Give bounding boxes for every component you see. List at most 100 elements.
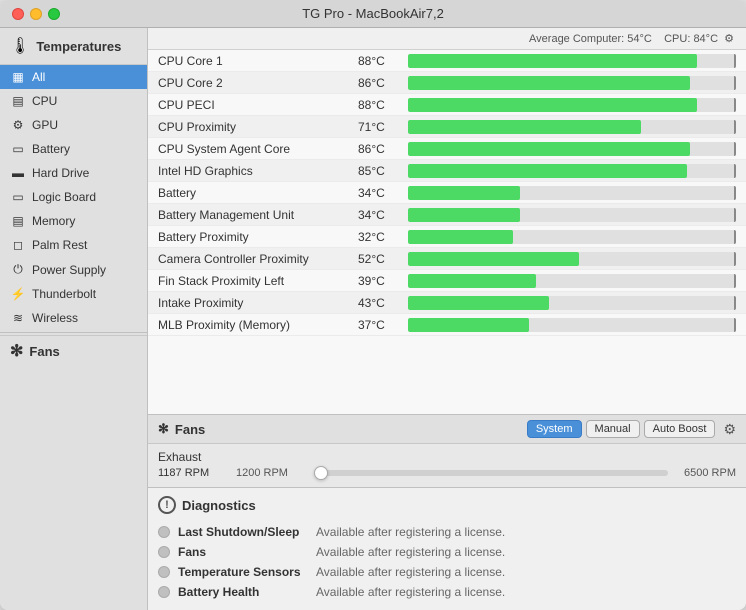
sidebar-item-wireless[interactable]: ≋Wireless (0, 306, 147, 330)
cpu-icon: ▤ (10, 94, 26, 108)
temp-name: Intake Proximity (158, 296, 358, 310)
temp-row: CPU PECI88°C (148, 94, 746, 116)
temp-bar (408, 274, 536, 288)
temp-row: Battery Proximity32°C (148, 226, 746, 248)
titlebar: TG Pro - MacBookAir7,2 (0, 0, 746, 28)
temp-bar-marker (734, 230, 736, 244)
sidebar-label-powersupply: Power Supply (32, 263, 106, 277)
fans-section: ✻ Fans SystemManualAuto Boost ⚙ Exhaust 11… (148, 414, 746, 487)
temp-bar (408, 98, 697, 112)
sidebar-item-logicboard[interactable]: ▭Logic Board (0, 185, 147, 209)
temp-value: 86°C (358, 142, 408, 156)
temp-name: Camera Controller Proximity (158, 252, 358, 266)
temp-bar (408, 76, 690, 90)
minimize-button[interactable] (30, 8, 42, 20)
diag-value: Available after registering a license. (316, 545, 505, 559)
fans-section-label: Fans (175, 422, 205, 437)
cpu-stat-label: CPU: (664, 33, 690, 45)
temp-row: CPU Core 286°C (148, 72, 746, 94)
temp-bar-marker (734, 54, 736, 68)
all-icon: ▦ (10, 70, 26, 84)
temp-name: Battery Proximity (158, 230, 358, 244)
sidebar-item-memory[interactable]: ▤Memory (0, 209, 147, 233)
diagnostics-title: Diagnostics (182, 498, 256, 513)
fan-slider-row: 1187 RPM1200 RPM6500 RPM (158, 467, 736, 479)
fan-name: Exhaust (158, 450, 736, 464)
temp-row: Fin Stack Proximity Left39°C (148, 270, 746, 292)
temp-bar-marker (734, 120, 736, 134)
fans-header-label: Fans (29, 344, 59, 359)
close-button[interactable] (12, 8, 24, 20)
sidebar-label-battery: Battery (32, 142, 70, 156)
diag-status-icon (158, 566, 170, 578)
temp-bar (408, 54, 697, 68)
diag-status-icon (158, 526, 170, 538)
temp-bar-marker (734, 164, 736, 178)
temp-bar-marker (734, 318, 736, 332)
fans-gear-icon[interactable]: ⚙ (723, 421, 736, 438)
sidebar-label-memory: Memory (32, 214, 75, 228)
sidebar-fans-header[interactable]: ✻ Fans (0, 335, 147, 366)
sidebar-item-palmrest[interactable]: ◻Palm Rest (0, 233, 147, 257)
temp-bar-container (408, 296, 736, 310)
diagnostics-rows: Last Shutdown/SleepAvailable after regis… (158, 522, 736, 602)
main-window: TG Pro - MacBookAir7,2 🌡 Temperatures ▦A… (0, 0, 746, 610)
cpu-stat-value: 84°C (693, 33, 718, 45)
temp-value: 86°C (358, 76, 408, 90)
sidebar-item-gpu[interactable]: ⚙GPU (0, 113, 147, 137)
sidebar-label-all: All (32, 70, 45, 84)
maximize-button[interactable] (48, 8, 60, 20)
temp-bar-marker (734, 252, 736, 266)
temp-value: 88°C (358, 98, 408, 112)
temp-bar-marker (734, 296, 736, 310)
sidebar-item-cpu[interactable]: ▤ CPU (0, 89, 147, 113)
temp-bar (408, 296, 549, 310)
diag-status-icon (158, 546, 170, 558)
diag-row: Temperature SensorsAvailable after regis… (158, 562, 736, 582)
fans-section-icon: ✻ (158, 421, 169, 437)
temp-name: CPU Proximity (158, 120, 358, 134)
temp-bar-container (408, 164, 736, 178)
sidebar-item-powersupply[interactable]: ⏻Power Supply (0, 257, 147, 282)
temp-bar-container (408, 274, 736, 288)
sidebar-item-thunderbolt[interactable]: ⚡Thunderbolt (0, 282, 147, 306)
fans-content: Exhaust 1187 RPM1200 RPM6500 RPM (148, 444, 746, 487)
temp-value: 34°C (358, 186, 408, 200)
temperatures-table: CPU Core 188°CCPU Core 286°CCPU PECI88°C… (148, 50, 746, 414)
wireless-icon: ≋ (10, 311, 26, 325)
temp-bar (408, 208, 520, 222)
sidebar-label-gpu: GPU (32, 118, 58, 132)
temp-bar-container (408, 252, 736, 266)
temp-value: 34°C (358, 208, 408, 222)
sidebar-divider (0, 332, 147, 333)
fan-slider-thumb[interactable] (314, 466, 328, 480)
fan-btn-autoboost[interactable]: Auto Boost (644, 420, 716, 438)
temp-row: Intake Proximity43°C (148, 292, 746, 314)
fan-btn-manual[interactable]: Manual (586, 420, 640, 438)
temp-bar-container (408, 208, 736, 222)
diagnostics-header: ! Diagnostics (158, 496, 736, 514)
temp-name: Battery (158, 186, 358, 200)
sidebar-item-harddrive[interactable]: ▬Hard Drive (0, 161, 147, 185)
sidebar-label-cpu: CPU (32, 94, 57, 108)
sidebar-item-all[interactable]: ▦ All (0, 65, 147, 89)
temp-name: CPU Core 2 (158, 76, 358, 90)
header-stats: Average Computer: 54°C CPU: 84°C ⚙ (148, 28, 746, 50)
harddrive-icon: ▬ (10, 166, 26, 180)
fan-btn-system[interactable]: System (527, 420, 582, 438)
thermometer-icon: 🌡 (10, 36, 30, 56)
temp-bar (408, 252, 579, 266)
fan-slider[interactable] (314, 470, 668, 476)
sidebar-item-battery[interactable]: ▭ Battery (0, 137, 147, 161)
temp-bar-container (408, 230, 736, 244)
sidebar-items: ▦ All ▤ CPU ⚙GPU ▭ Battery ▬Hard Drive▭Logic Bo… (0, 65, 147, 330)
fan-current-rpm: 1187 RPM (158, 467, 228, 479)
temp-bar (408, 318, 529, 332)
average-label: Average Computer: (529, 33, 624, 45)
temp-value: 52°C (358, 252, 408, 266)
temp-name: CPU Core 1 (158, 54, 358, 68)
temp-bar-container (408, 98, 736, 112)
temp-bar-container (408, 54, 736, 68)
diag-status-icon (158, 586, 170, 598)
battery-icon: ▭ (10, 142, 26, 156)
